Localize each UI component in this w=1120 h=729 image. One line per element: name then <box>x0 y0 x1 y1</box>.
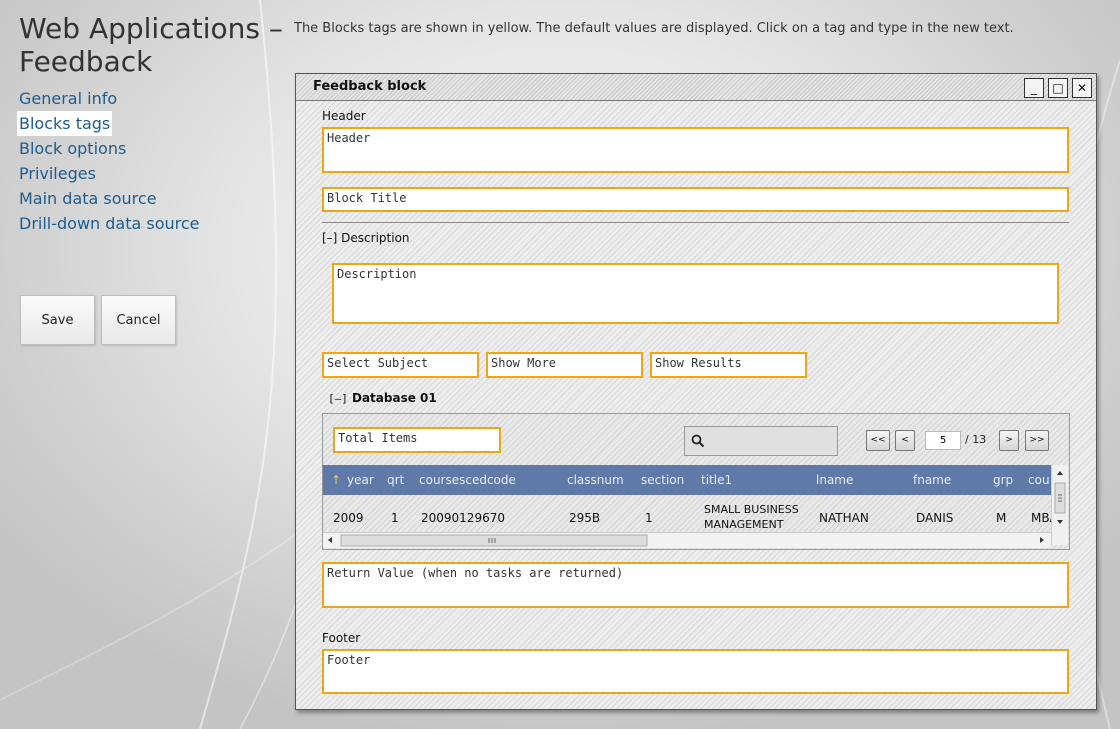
next-page-button[interactable]: > <box>999 430 1019 451</box>
show-more-field[interactable]: Show More <box>486 352 643 378</box>
vertical-scrollbar[interactable] <box>1051 465 1068 545</box>
select-subject-field[interactable]: Select Subject <box>322 352 479 378</box>
prev-page-button[interactable]: < <box>895 430 915 451</box>
cell-cou: MBA <box>1031 511 1051 525</box>
feedback-block-window: Feedback block _ □ ✕ Header Header Block… <box>295 73 1097 710</box>
cell-section: 1 <box>645 511 653 525</box>
column-classnum[interactable]: classnum <box>567 473 624 487</box>
save-button[interactable]: Save <box>20 295 95 345</box>
horizontal-scrollbar-arrows-icon <box>328 534 1044 547</box>
block-title-field[interactable]: Block Title <box>322 187 1069 212</box>
column-coursescedcode[interactable]: coursescedcode <box>419 473 516 487</box>
cancel-button[interactable]: Cancel <box>101 295 176 345</box>
footer-field[interactable]: Footer <box>322 649 1069 694</box>
divider <box>322 222 1069 223</box>
close-icon[interactable]: ✕ <box>1072 78 1092 98</box>
footer-label: Footer <box>322 631 361 645</box>
data-grid: Total Items << < 5 / 13 > >> ↑ year qrt … <box>322 413 1070 550</box>
nav-block-options[interactable]: Block options <box>17 136 128 161</box>
column-year[interactable]: year <box>347 473 374 487</box>
sort-ascending-icon: ↑ <box>331 473 342 487</box>
database-toggle[interactable]: [–] <box>328 392 348 405</box>
column-lname[interactable]: lname <box>816 473 853 487</box>
column-fname[interactable]: fname <box>913 473 951 487</box>
cell-grp: M <box>996 511 1007 525</box>
minimize-icon[interactable]: _ <box>1024 78 1044 98</box>
header-field[interactable]: Header <box>322 127 1069 173</box>
column-section[interactable]: section <box>641 473 684 487</box>
grid-header-row: ↑ year qrt coursescedcode classnum secti… <box>323 465 1051 495</box>
column-cou[interactable]: cou <box>1028 473 1050 487</box>
header-label: Header <box>322 109 366 123</box>
nav-general-info[interactable]: General info <box>17 86 119 111</box>
horizontal-scrollbar[interactable] <box>323 532 1051 548</box>
search-input[interactable] <box>684 426 838 456</box>
description-toggle[interactable]: [–] Description <box>322 231 410 245</box>
cell-fname: DANIS <box>916 511 954 525</box>
column-title1[interactable]: title1 <box>701 473 732 487</box>
instructions-text: The Blocks tags are shown in yellow. The… <box>294 21 1014 36</box>
total-items-field[interactable]: Total Items <box>333 427 501 453</box>
cell-lname: NATHAN <box>819 511 869 525</box>
vertical-scrollbar-arrows-icon <box>1054 471 1066 524</box>
description-field[interactable]: Description <box>332 263 1059 324</box>
show-results-field[interactable]: Show Results <box>650 352 807 378</box>
window-titlebar: Feedback block _ □ ✕ <box>296 74 1096 101</box>
column-qrt[interactable]: qrt <box>387 473 404 487</box>
cell-title1-line1: SMALL BUSINESS <box>704 503 799 516</box>
return-value-field[interactable]: Return Value (when no tasks are returned… <box>322 562 1069 608</box>
column-grp[interactable]: grp <box>993 473 1013 487</box>
page-count: / 13 <box>965 433 987 446</box>
nav-blocks-tags[interactable]: Blocks tags <box>17 111 113 136</box>
sidebar-nav: General info Blocks tags Block options P… <box>17 86 202 236</box>
last-page-button[interactable]: >> <box>1025 430 1049 451</box>
page-title: Web Applications – Feedback <box>19 12 283 78</box>
nav-privileges[interactable]: Privileges <box>17 161 98 186</box>
nav-drilldown-data-source[interactable]: Drill-down data source <box>17 211 202 236</box>
search-icon <box>691 434 705 448</box>
database-label: Database 01 <box>352 391 437 405</box>
first-page-button[interactable]: << <box>866 430 890 451</box>
cell-qrt: 1 <box>391 511 399 525</box>
page-number-input[interactable]: 5 <box>925 431 961 450</box>
nav-main-data-source[interactable]: Main data source <box>17 186 159 211</box>
cell-year: 2009 <box>333 511 364 525</box>
cell-classnum: 295B <box>569 511 601 525</box>
window-title: Feedback block <box>313 79 427 94</box>
cell-title1-line2: MANAGEMENT <box>704 518 784 531</box>
cell-coursescedcode: 20090129670 <box>421 511 505 525</box>
maximize-icon[interactable]: □ <box>1048 78 1068 98</box>
